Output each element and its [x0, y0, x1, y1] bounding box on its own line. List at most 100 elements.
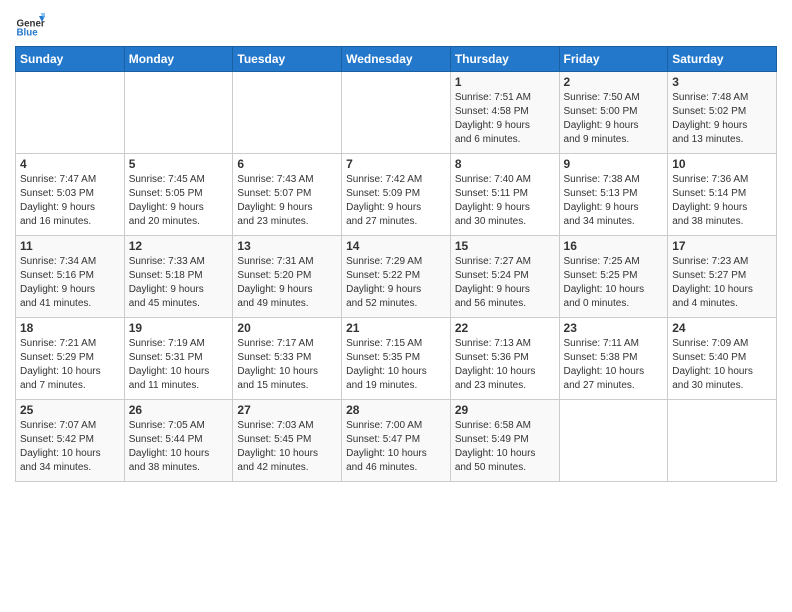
day-number: 9 [564, 157, 664, 171]
calendar-cell: 23 Sunrise: 7:11 AM Sunset: 5:38 PM Dayli… [559, 318, 668, 400]
day-info: Sunrise: 7:21 AM Sunset: 5:29 PM Dayligh… [20, 337, 120, 393]
page-container: General Blue SundayMondayTuesdayWednesda… [0, 0, 792, 487]
header-cell-sunday: Sunday [16, 47, 125, 72]
logo: General Blue [15, 10, 45, 40]
svg-text:Blue: Blue [17, 28, 39, 39]
calendar-cell: 28 Sunrise: 7:00 AM Sunset: 5:47 PM Dayli… [342, 400, 451, 482]
day-info: Sunrise: 7:09 AM Sunset: 5:40 PM Dayligh… [672, 337, 772, 393]
calendar-cell: 25 Sunrise: 7:07 AM Sunset: 5:42 PM Dayli… [16, 400, 125, 482]
week-row-1: 1 Sunrise: 7:51 AM Sunset: 4:58 PM Daylig… [16, 72, 777, 154]
day-info: Sunrise: 7:33 AM Sunset: 5:18 PM Dayligh… [129, 255, 229, 311]
day-number: 12 [129, 239, 229, 253]
header-cell-tuesday: Tuesday [233, 47, 342, 72]
calendar-cell [342, 72, 451, 154]
day-info: Sunrise: 7:03 AM Sunset: 5:45 PM Dayligh… [237, 419, 337, 475]
day-info: Sunrise: 7:34 AM Sunset: 5:16 PM Dayligh… [20, 255, 120, 311]
day-number: 28 [346, 403, 446, 417]
calendar-cell: 20 Sunrise: 7:17 AM Sunset: 5:33 PM Dayli… [233, 318, 342, 400]
day-info: Sunrise: 7:36 AM Sunset: 5:14 PM Dayligh… [672, 173, 772, 229]
calendar-cell [559, 400, 668, 482]
day-number: 14 [346, 239, 446, 253]
calendar-cell: 9 Sunrise: 7:38 AM Sunset: 5:13 PM Daylig… [559, 154, 668, 236]
day-number: 3 [672, 75, 772, 89]
day-info: Sunrise: 7:42 AM Sunset: 5:09 PM Dayligh… [346, 173, 446, 229]
calendar-cell: 18Sunrise: 7:21 AM Sunset: 5:29 PM Dayli… [16, 318, 125, 400]
header: General Blue [15, 10, 777, 40]
header-cell-thursday: Thursday [450, 47, 559, 72]
day-number: 17 [672, 239, 772, 253]
day-number: 20 [237, 321, 337, 335]
calendar-cell [233, 72, 342, 154]
calendar-cell: 17 Sunrise: 7:23 AM Sunset: 5:27 PM Dayli… [668, 236, 777, 318]
day-number: 5 [129, 157, 229, 171]
calendar-cell: 7 Sunrise: 7:42 AM Sunset: 5:09 PM Daylig… [342, 154, 451, 236]
calendar-cell: 12 Sunrise: 7:33 AM Sunset: 5:18 PM Dayli… [124, 236, 233, 318]
day-info: Sunrise: 7:47 AM Sunset: 5:03 PM Dayligh… [20, 173, 120, 229]
day-number: 13 [237, 239, 337, 253]
calendar-cell [668, 400, 777, 482]
day-number: 16 [564, 239, 664, 253]
day-number: 7 [346, 157, 446, 171]
calendar-cell [124, 72, 233, 154]
day-info: Sunrise: 6:58 AM Sunset: 5:49 PM Dayligh… [455, 419, 555, 475]
day-number: 6 [237, 157, 337, 171]
calendar-cell: 2 Sunrise: 7:50 AM Sunset: 5:00 PM Daylig… [559, 72, 668, 154]
calendar-cell: 19 Sunrise: 7:19 AM Sunset: 5:31 PM Dayli… [124, 318, 233, 400]
header-cell-wednesday: Wednesday [342, 47, 451, 72]
calendar-cell: 10 Sunrise: 7:36 AM Sunset: 5:14 PM Dayli… [668, 154, 777, 236]
header-cell-monday: Monday [124, 47, 233, 72]
day-info: Sunrise: 7:29 AM Sunset: 5:22 PM Dayligh… [346, 255, 446, 311]
calendar-cell: 24 Sunrise: 7:09 AM Sunset: 5:40 PM Dayli… [668, 318, 777, 400]
week-row-4: 18Sunrise: 7:21 AM Sunset: 5:29 PM Dayli… [16, 318, 777, 400]
day-info: Sunrise: 7:38 AM Sunset: 5:13 PM Dayligh… [564, 173, 664, 229]
day-number: 8 [455, 157, 555, 171]
day-info: Sunrise: 7:50 AM Sunset: 5:00 PM Dayligh… [564, 91, 664, 147]
day-number: 2 [564, 75, 664, 89]
calendar-cell: 8 Sunrise: 7:40 AM Sunset: 5:11 PM Daylig… [450, 154, 559, 236]
day-number: 25 [20, 403, 120, 417]
day-info: Sunrise: 7:17 AM Sunset: 5:33 PM Dayligh… [237, 337, 337, 393]
calendar-cell: 13 Sunrise: 7:31 AM Sunset: 5:20 PM Dayli… [233, 236, 342, 318]
day-info: Sunrise: 7:07 AM Sunset: 5:42 PM Dayligh… [20, 419, 120, 475]
day-info: Sunrise: 7:00 AM Sunset: 5:47 PM Dayligh… [346, 419, 446, 475]
day-info: Sunrise: 7:11 AM Sunset: 5:38 PM Dayligh… [564, 337, 664, 393]
calendar-cell: 27 Sunrise: 7:03 AM Sunset: 5:45 PM Dayli… [233, 400, 342, 482]
day-info: Sunrise: 7:13 AM Sunset: 5:36 PM Dayligh… [455, 337, 555, 393]
calendar-cell: 6 Sunrise: 7:43 AM Sunset: 5:07 PM Daylig… [233, 154, 342, 236]
day-number: 29 [455, 403, 555, 417]
calendar-cell: 15 Sunrise: 7:27 AM Sunset: 5:24 PM Dayli… [450, 236, 559, 318]
week-row-5: 25 Sunrise: 7:07 AM Sunset: 5:42 PM Dayli… [16, 400, 777, 482]
day-number: 19 [129, 321, 229, 335]
day-info: Sunrise: 7:51 AM Sunset: 4:58 PM Dayligh… [455, 91, 555, 147]
day-number: 22 [455, 321, 555, 335]
day-info: Sunrise: 7:23 AM Sunset: 5:27 PM Dayligh… [672, 255, 772, 311]
calendar-cell: 5Sunrise: 7:45 AM Sunset: 5:05 PM Daylig… [124, 154, 233, 236]
day-info: Sunrise: 7:19 AM Sunset: 5:31 PM Dayligh… [129, 337, 229, 393]
day-info: Sunrise: 7:05 AM Sunset: 5:44 PM Dayligh… [129, 419, 229, 475]
day-info: Sunrise: 7:40 AM Sunset: 5:11 PM Dayligh… [455, 173, 555, 229]
day-number: 11 [20, 239, 120, 253]
header-cell-friday: Friday [559, 47, 668, 72]
day-info: Sunrise: 7:48 AM Sunset: 5:02 PM Dayligh… [672, 91, 772, 147]
calendar-table: SundayMondayTuesdayWednesdayThursdayFrid… [15, 46, 777, 482]
calendar-cell: 4 Sunrise: 7:47 AM Sunset: 5:03 PM Daylig… [16, 154, 125, 236]
calendar-cell: 29 Sunrise: 6:58 AM Sunset: 5:49 PM Dayli… [450, 400, 559, 482]
day-info: Sunrise: 7:27 AM Sunset: 5:24 PM Dayligh… [455, 255, 555, 311]
day-number: 10 [672, 157, 772, 171]
day-info: Sunrise: 7:15 AM Sunset: 5:35 PM Dayligh… [346, 337, 446, 393]
header-row: SundayMondayTuesdayWednesdayThursdayFrid… [16, 47, 777, 72]
day-number: 15 [455, 239, 555, 253]
header-cell-saturday: Saturday [668, 47, 777, 72]
day-number: 23 [564, 321, 664, 335]
day-info: Sunrise: 7:31 AM Sunset: 5:20 PM Dayligh… [237, 255, 337, 311]
day-number: 1 [455, 75, 555, 89]
day-number: 21 [346, 321, 446, 335]
calendar-cell: 11 Sunrise: 7:34 AM Sunset: 5:16 PM Dayli… [16, 236, 125, 318]
calendar-cell: 14 Sunrise: 7:29 AM Sunset: 5:22 PM Dayli… [342, 236, 451, 318]
day-info: Sunrise: 7:43 AM Sunset: 5:07 PM Dayligh… [237, 173, 337, 229]
week-row-3: 11 Sunrise: 7:34 AM Sunset: 5:16 PM Dayli… [16, 236, 777, 318]
day-number: 4 [20, 157, 120, 171]
day-info: Sunrise: 7:25 AM Sunset: 5:25 PM Dayligh… [564, 255, 664, 311]
day-number: 27 [237, 403, 337, 417]
day-number: 24 [672, 321, 772, 335]
